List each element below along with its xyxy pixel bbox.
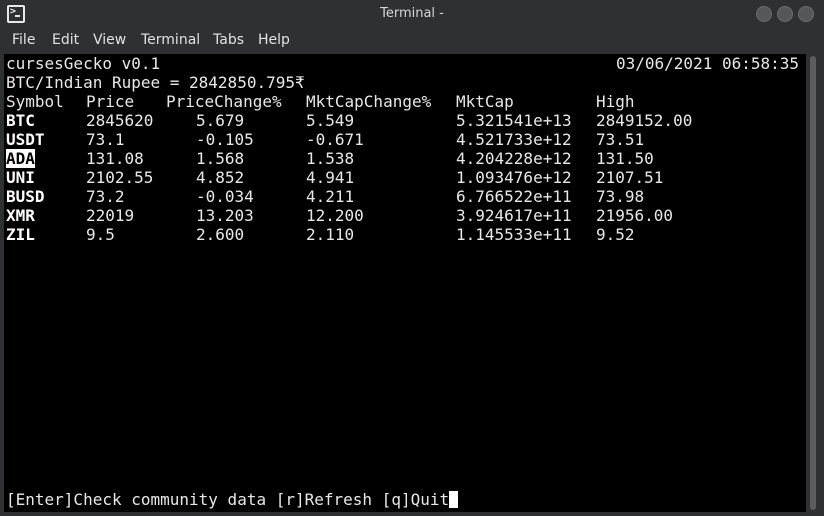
value-cell: 5.321541e+13	[456, 111, 572, 130]
table-row[interactable]: ADA 131.08 1.568 1.538 4.204228e+12 131.50	[6, 149, 804, 168]
key-hints: [Enter]Check community data [r]Refresh […	[6, 490, 450, 509]
symbol-cell: BUSD	[6, 187, 45, 206]
menu-help[interactable]: Help	[258, 28, 290, 52]
value-cell: 4.204228e+12	[456, 149, 572, 168]
minimize-button[interactable]	[756, 6, 772, 22]
value-cell: 2.110	[306, 225, 355, 244]
rate-line: BTC/Indian Rupee = 2842850.795₹	[6, 73, 305, 92]
terminal-window: > Terminal - File Edit View Terminal Tab…	[0, 0, 824, 516]
value-cell: 9.5	[86, 225, 115, 244]
value-cell: 2849152.00	[596, 111, 693, 130]
menu-bar: File Edit View Terminal Tabs Help	[0, 28, 824, 52]
table-header: Symbol Price PriceChange% MktCapChange% …	[6, 92, 804, 111]
table-row[interactable]: USDT 73.1 -0.105 -0.671 4.521733e+12 73.51	[6, 130, 804, 149]
menu-terminal[interactable]: Terminal	[141, 28, 200, 52]
col-symbol: Symbol	[6, 92, 64, 111]
datetime: 03/06/2021 06:58:35	[616, 54, 800, 73]
value-cell: 5.549	[306, 111, 355, 130]
close-button[interactable]	[798, 6, 814, 22]
header-line: cursesGecko v0.1 03/06/2021 06:58:35	[6, 54, 804, 73]
table-row[interactable]: UNI 2102.55 4.852 4.941 1.093476e+12 2107.51	[6, 168, 804, 187]
maximize-button[interactable]	[777, 6, 793, 22]
value-cell: 22019	[86, 206, 135, 225]
value-cell: 6.766522e+11	[456, 187, 572, 206]
col-mktcap: MktCap	[456, 92, 514, 111]
value-cell: 5.679	[196, 111, 245, 130]
symbol-cell: UNI	[6, 168, 35, 187]
value-cell: 1.568	[196, 149, 245, 168]
symbol-cell: USDT	[6, 130, 45, 149]
col-mktcapchange: MktCapChange%	[306, 92, 432, 111]
value-cell: 9.52	[596, 225, 635, 244]
value-cell: 73.98	[596, 187, 645, 206]
window-title: Terminal -	[380, 6, 444, 21]
value-cell: 4.941	[306, 168, 355, 187]
value-cell: 21956.00	[596, 206, 674, 225]
value-cell: 1.145533e+11	[456, 225, 572, 244]
symbol-cell: XMR	[6, 206, 35, 225]
menu-view[interactable]: View	[93, 28, 126, 52]
value-cell: 13.203	[196, 206, 254, 225]
app-name: cursesGecko v0.1	[6, 54, 161, 73]
value-cell: 4.852	[196, 168, 245, 187]
col-high: High	[596, 92, 635, 111]
text-cursor	[449, 491, 459, 508]
footer-line: [Enter]Check community data [r]Refresh […	[6, 490, 459, 509]
terminal-screen[interactable]: cursesGecko v0.1 03/06/2021 06:58:35 BTC…	[4, 54, 806, 512]
value-cell: 73.51	[596, 130, 645, 149]
table-row[interactable]: BUSD 73.2 -0.034 4.211 6.766522e+11 73.98	[6, 187, 804, 206]
symbol-cell: BTC	[6, 111, 35, 130]
symbol-cell: ADA	[6, 149, 35, 168]
menu-file[interactable]: File	[12, 28, 35, 52]
symbol-cell: ZIL	[6, 225, 35, 244]
value-cell: 4.211	[306, 187, 355, 206]
value-cell: -0.034	[196, 187, 254, 206]
title-bar[interactable]: > Terminal -	[0, 0, 824, 28]
menu-tabs[interactable]: Tabs	[213, 28, 244, 52]
value-cell: 3.924617e+11	[456, 206, 572, 225]
col-price: Price	[86, 92, 135, 111]
value-cell: 2845620	[86, 111, 154, 130]
table-row[interactable]: ZIL 9.5 2.600 2.110 1.145533e+11 9.52	[6, 225, 804, 244]
value-cell: 1.538	[306, 149, 355, 168]
value-cell: 2102.55	[86, 168, 154, 187]
scrollbar[interactable]	[806, 54, 820, 512]
table-row[interactable]: BTC 2845620 5.679 5.549 5.321541e+13 2849152.…	[6, 111, 804, 130]
value-cell: 1.093476e+12	[456, 168, 572, 187]
col-pricechange: PriceChange%	[166, 92, 282, 111]
scrollbar-thumb[interactable]	[810, 56, 816, 510]
value-cell: 73.1	[86, 130, 125, 149]
value-cell: -0.671	[306, 130, 364, 149]
value-cell: 131.50	[596, 149, 654, 168]
value-cell: -0.105	[196, 130, 254, 149]
value-cell: 12.200	[306, 206, 364, 225]
value-cell: 2.600	[196, 225, 245, 244]
value-cell: 131.08	[86, 149, 144, 168]
value-cell: 2107.51	[596, 168, 664, 187]
value-cell: 73.2	[86, 187, 125, 206]
menu-edit[interactable]: Edit	[52, 28, 79, 52]
table-row[interactable]: XMR 22019 13.203 12.200 3.924617e+11 21956.00	[6, 206, 804, 225]
value-cell: 4.521733e+12	[456, 130, 572, 149]
